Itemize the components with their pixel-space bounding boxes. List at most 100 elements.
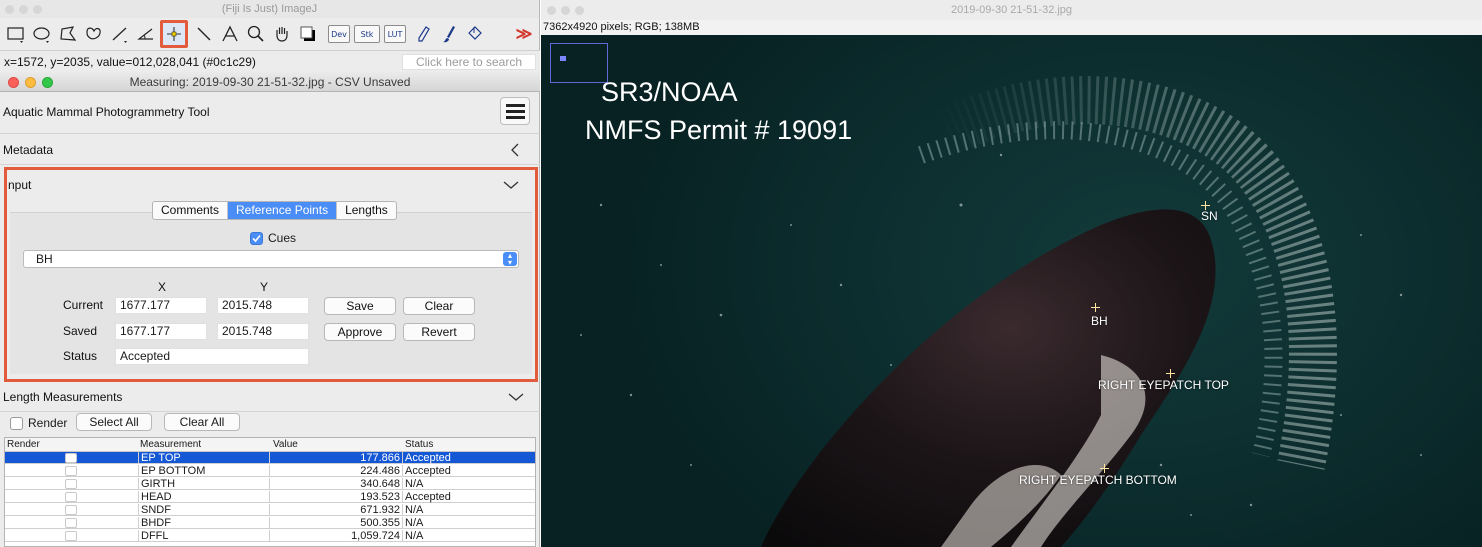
brush-tool-icon[interactable] — [438, 22, 462, 46]
image-canvas[interactable]: SR3/NOAA NMFS Permit # 19091 SN BH RIGHT… — [541, 35, 1482, 547]
table-row[interactable]: HEAD 193.523 Accepted — [5, 491, 535, 503]
length-measurements-header[interactable]: Length Measurements — [0, 382, 540, 412]
render-all-checkbox[interactable]: Render — [10, 416, 67, 430]
measurement-status: N/A — [402, 478, 535, 490]
saved-y-field[interactable]: 2015.748 — [217, 323, 309, 340]
cues-label: Cues — [268, 231, 297, 245]
header-value: Value — [273, 439, 298, 450]
table-row[interactable]: EP TOP 177.866 Accepted — [5, 452, 535, 464]
point-label-sn: SN — [1201, 209, 1218, 223]
app-title: Aquatic Mammal Photogrammetry Tool — [3, 105, 210, 119]
minimize-window-button[interactable] — [19, 5, 28, 14]
approve-button[interactable]: Approve — [324, 323, 396, 341]
dev-menu-button[interactable]: Dev — [328, 25, 350, 43]
measurement-name: HEAD — [138, 491, 268, 503]
measuring-window: Measuring: 2019-09-30 21-51-32.jpg - CSV… — [0, 72, 540, 547]
zoom-measuring-button[interactable] — [42, 77, 53, 88]
measurement-status: Accepted — [402, 491, 535, 503]
rectangle-tool-icon[interactable] — [4, 22, 28, 46]
save-button[interactable]: Save — [324, 297, 396, 315]
input-tabs: Comments Reference Points Lengths — [152, 201, 397, 220]
point-marker-eyepatch-top[interactable] — [1166, 369, 1175, 378]
table-row[interactable]: GIRTH 340.648 N/A — [5, 478, 535, 490]
flood-fill-icon[interactable] — [462, 22, 486, 46]
color-picker-icon[interactable] — [296, 22, 320, 46]
polygon-tool-icon[interactable] — [56, 22, 80, 46]
image-info: 7362x4920 pixels; RGB; 138MB — [541, 20, 1482, 35]
navigator-marker — [560, 56, 566, 61]
render-checkbox[interactable] — [65, 492, 77, 502]
table-row[interactable]: DFFL 1,059.724 N/A — [5, 530, 535, 542]
render-checkbox[interactable] — [65, 453, 77, 463]
chevron-down-icon — [503, 181, 519, 189]
clear-button[interactable]: Clear — [403, 297, 475, 315]
close-measuring-button[interactable] — [8, 77, 19, 88]
render-checkbox[interactable] — [65, 505, 77, 515]
clear-all-button[interactable]: Clear All — [164, 413, 240, 431]
text-tool-icon[interactable] — [218, 22, 242, 46]
select-all-button[interactable]: Select All — [76, 413, 152, 431]
point-tool-icon[interactable] — [160, 20, 188, 48]
header-render: Render — [7, 439, 40, 450]
minimize-image-button[interactable] — [561, 6, 570, 15]
measurement-value: 224.486 — [269, 465, 401, 477]
close-image-button[interactable] — [547, 6, 556, 15]
tab-lengths[interactable]: Lengths — [337, 202, 396, 219]
navigator-box[interactable] — [550, 43, 608, 83]
table-row[interactable]: BHDF 500.355 N/A — [5, 517, 535, 529]
column-x-label: X — [158, 280, 167, 294]
current-label: Current — [63, 298, 104, 312]
table-row[interactable]: EP BOTTOM 224.486 Accepted — [5, 465, 535, 477]
more-tools-button[interactable]: ≫ — [512, 22, 536, 46]
zoom-image-button[interactable] — [575, 6, 584, 15]
current-y-field[interactable]: 2015.748 — [217, 297, 309, 314]
selected-point-value: BH — [36, 252, 53, 266]
measurement-status: Accepted — [402, 465, 535, 477]
tab-comments[interactable]: Comments — [153, 202, 229, 219]
table-row[interactable]: SNDF 671.932 N/A — [5, 504, 535, 516]
reference-point-select[interactable]: BH ▴ ▾ — [23, 250, 519, 268]
header-measurement: Measurement — [140, 439, 202, 450]
measurement-name: SNDF — [138, 504, 268, 516]
more-tools-label: ≫ — [515, 26, 533, 43]
measurement-value: 1,059.724 — [269, 530, 401, 542]
render-checkbox[interactable] — [65, 466, 77, 476]
tab-reference-points[interactable]: Reference Points — [228, 202, 338, 219]
length-measurements-table: Render Measurement Value Status EP TOP 1… — [4, 437, 536, 547]
freehand-tool-icon[interactable] — [82, 22, 106, 46]
zoom-tool-icon[interactable] — [244, 22, 268, 46]
line-tool-icon[interactable] — [108, 22, 132, 46]
measurement-name: BHDF — [138, 517, 268, 529]
pencil-tool-icon[interactable] — [412, 22, 436, 46]
metadata-section-header[interactable]: Metadata — [0, 135, 540, 165]
current-x-field[interactable]: 1677.177 — [115, 297, 207, 314]
minimize-measuring-button[interactable] — [25, 77, 36, 88]
revert-button[interactable]: Revert — [403, 323, 475, 341]
close-window-button[interactable] — [5, 5, 14, 14]
saved-x-field[interactable]: 1677.177 — [115, 323, 207, 340]
render-checkbox[interactable] — [65, 518, 77, 528]
select-arrows-icon: ▴ ▾ — [503, 252, 517, 267]
render-checkbox[interactable] — [65, 531, 77, 541]
measurement-value: 500.355 — [269, 517, 401, 529]
hamburger-menu-button[interactable] — [500, 97, 530, 125]
status-coordinates: x=1572, y=2035, value=012,028,041 (#0c1c… — [4, 55, 256, 69]
stk-menu-button[interactable]: Stk — [354, 25, 380, 43]
oval-tool-icon[interactable] — [30, 22, 54, 46]
wand-tool-icon[interactable] — [192, 22, 216, 46]
angle-tool-icon[interactable] — [134, 22, 158, 46]
whale-photo — [580, 76, 1422, 547]
measurement-name: EP BOTTOM — [138, 465, 268, 477]
cues-checkbox[interactable]: Cues — [250, 231, 296, 245]
point-marker-eyepatch-bottom[interactable] — [1100, 464, 1109, 473]
render-checkbox[interactable] — [65, 479, 77, 489]
menu-line — [506, 104, 525, 107]
search-field[interactable]: Click here to search — [402, 54, 536, 70]
metadata-label: Metadata — [3, 143, 54, 157]
zoom-window-button[interactable] — [33, 5, 42, 14]
length-controls: Render Select All Clear All — [0, 411, 540, 437]
point-marker-bh[interactable] — [1091, 303, 1100, 312]
input-section-header[interactable]: nput — [3, 170, 531, 200]
lut-menu-button[interactable]: LUT — [384, 25, 406, 43]
hand-tool-icon[interactable] — [270, 22, 294, 46]
